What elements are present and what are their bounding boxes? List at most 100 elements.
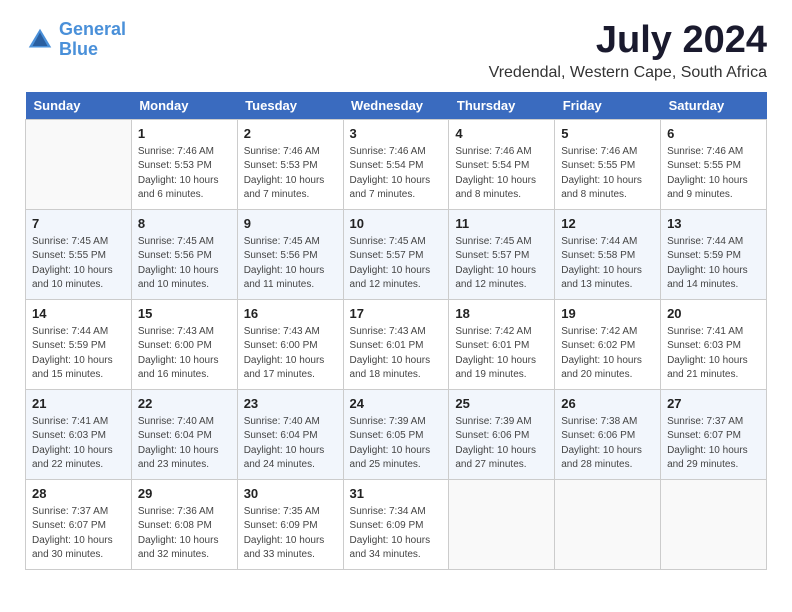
calendar-cell: 4Sunrise: 7:46 AM Sunset: 5:54 PM Daylig… bbox=[449, 119, 555, 209]
day-info: Sunrise: 7:45 AM Sunset: 5:55 PM Dayligh… bbox=[32, 235, 125, 293]
logo-icon bbox=[25, 25, 55, 55]
calendar-cell: 28 Sunrise: 7:37 AM Sunset: 6:07 PM Dayli… bbox=[26, 479, 132, 569]
logo-line2: Blue bbox=[59, 39, 98, 59]
day-info: Sunrise: 7:46 AM Sunset: 5:54 PM Dayligh… bbox=[455, 145, 548, 203]
day-number: 29 bbox=[138, 485, 231, 503]
column-header-monday: Monday bbox=[131, 92, 237, 120]
day-number: 21 bbox=[32, 395, 125, 413]
calendar-cell: 8 Sunrise: 7:45 AM Sunset: 5:56 PM Daylig… bbox=[131, 209, 237, 299]
calendar-cell: 1 Sunrise: 7:46 AM Sunset: 5:53 PM Daylig… bbox=[131, 119, 237, 209]
calendar-cell bbox=[449, 479, 555, 569]
calendar-cell: 16 Sunrise: 7:43 AM Sunset: 6:00 PM Dayli… bbox=[237, 299, 343, 389]
calendar-cell: 20Sunrise: 7:41 AM Sunset: 6:03 PM Dayli… bbox=[661, 299, 767, 389]
day-info: Sunrise: 7:44 AM Sunset: 5:59 PM Dayligh… bbox=[667, 235, 760, 293]
day-number: 15 bbox=[138, 305, 231, 323]
day-number: 8 bbox=[138, 215, 231, 233]
day-number: 10 bbox=[350, 215, 443, 233]
calendar-week-row: 7Sunrise: 7:45 AM Sunset: 5:55 PM Daylig… bbox=[26, 209, 767, 299]
day-number: 17 bbox=[350, 305, 443, 323]
calendar-cell: 7Sunrise: 7:45 AM Sunset: 5:55 PM Daylig… bbox=[26, 209, 132, 299]
day-number: 18 bbox=[455, 305, 548, 323]
day-info: Sunrise: 7:41 AM Sunset: 6:03 PM Dayligh… bbox=[667, 325, 760, 383]
calendar-cell: 3 Sunrise: 7:46 AM Sunset: 5:54 PM Daylig… bbox=[343, 119, 449, 209]
calendar-cell: 18 Sunrise: 7:42 AM Sunset: 6:01 PM Dayli… bbox=[449, 299, 555, 389]
day-info: Sunrise: 7:41 AM Sunset: 6:03 PM Dayligh… bbox=[32, 415, 125, 473]
day-number: 5 bbox=[561, 125, 654, 143]
day-info: Sunrise: 7:40 AM Sunset: 6:04 PM Dayligh… bbox=[138, 415, 231, 473]
day-info: Sunrise: 7:43 AM Sunset: 6:00 PM Dayligh… bbox=[138, 325, 231, 383]
day-number: 9 bbox=[244, 215, 337, 233]
day-info: Sunrise: 7:46 AM Sunset: 5:55 PM Dayligh… bbox=[561, 145, 654, 203]
day-number: 13 bbox=[667, 215, 760, 233]
calendar-week-row: 28 Sunrise: 7:37 AM Sunset: 6:07 PM Dayli… bbox=[26, 479, 767, 569]
location-title: Vredendal, Western Cape, South Africa bbox=[489, 64, 767, 82]
day-number: 27 bbox=[667, 395, 760, 413]
calendar-cell bbox=[661, 479, 767, 569]
column-header-wednesday: Wednesday bbox=[343, 92, 449, 120]
column-header-saturday: Saturday bbox=[661, 92, 767, 120]
day-number: 3 bbox=[350, 125, 443, 143]
calendar-cell bbox=[26, 119, 132, 209]
day-number: 12 bbox=[561, 215, 654, 233]
day-number: 11 bbox=[455, 215, 548, 233]
day-info: Sunrise: 7:39 AM Sunset: 6:05 PM Dayligh… bbox=[350, 415, 443, 473]
day-number: 26 bbox=[561, 395, 654, 413]
day-info: Sunrise: 7:45 AM Sunset: 5:56 PM Dayligh… bbox=[244, 235, 337, 293]
calendar-cell: 5 Sunrise: 7:46 AM Sunset: 5:55 PM Daylig… bbox=[555, 119, 661, 209]
day-info: Sunrise: 7:46 AM Sunset: 5:53 PM Dayligh… bbox=[244, 145, 337, 203]
calendar-week-row: 14 Sunrise: 7:44 AM Sunset: 5:59 PM Dayli… bbox=[26, 299, 767, 389]
column-header-sunday: Sunday bbox=[26, 92, 132, 120]
calendar-cell: 22 Sunrise: 7:40 AM Sunset: 6:04 PM Dayli… bbox=[131, 389, 237, 479]
day-info: Sunrise: 7:42 AM Sunset: 6:01 PM Dayligh… bbox=[455, 325, 548, 383]
calendar-cell: 17Sunrise: 7:43 AM Sunset: 6:01 PM Dayli… bbox=[343, 299, 449, 389]
calendar-cell: 19Sunrise: 7:42 AM Sunset: 6:02 PM Dayli… bbox=[555, 299, 661, 389]
calendar-cell: 23 Sunrise: 7:40 AM Sunset: 6:04 PM Dayli… bbox=[237, 389, 343, 479]
day-info: Sunrise: 7:44 AM Sunset: 5:59 PM Dayligh… bbox=[32, 325, 125, 383]
calendar-cell: 12Sunrise: 7:44 AM Sunset: 5:58 PM Dayli… bbox=[555, 209, 661, 299]
day-info: Sunrise: 7:46 AM Sunset: 5:53 PM Dayligh… bbox=[138, 145, 231, 203]
calendar-week-row: 1 Sunrise: 7:46 AM Sunset: 5:53 PM Daylig… bbox=[26, 119, 767, 209]
calendar-cell: 9 Sunrise: 7:45 AM Sunset: 5:56 PM Daylig… bbox=[237, 209, 343, 299]
day-number: 19 bbox=[561, 305, 654, 323]
calendar-cell: 30Sunrise: 7:35 AM Sunset: 6:09 PM Dayli… bbox=[237, 479, 343, 569]
day-info: Sunrise: 7:45 AM Sunset: 5:57 PM Dayligh… bbox=[350, 235, 443, 293]
day-number: 14 bbox=[32, 305, 125, 323]
calendar-cell bbox=[555, 479, 661, 569]
calendar-week-row: 21 Sunrise: 7:41 AM Sunset: 6:03 PM Dayli… bbox=[26, 389, 767, 479]
day-number: 23 bbox=[244, 395, 337, 413]
calendar-cell: 31Sunrise: 7:34 AM Sunset: 6:09 PM Dayli… bbox=[343, 479, 449, 569]
logo-text: General Blue bbox=[59, 20, 126, 60]
day-number: 1 bbox=[138, 125, 231, 143]
day-number: 22 bbox=[138, 395, 231, 413]
day-info: Sunrise: 7:37 AM Sunset: 6:07 PM Dayligh… bbox=[32, 505, 125, 563]
calendar-cell: 10 Sunrise: 7:45 AM Sunset: 5:57 PM Dayli… bbox=[343, 209, 449, 299]
calendar-header-row: SundayMondayTuesdayWednesdayThursdayFrid… bbox=[26, 92, 767, 120]
day-info: Sunrise: 7:46 AM Sunset: 5:55 PM Dayligh… bbox=[667, 145, 760, 203]
day-info: Sunrise: 7:38 AM Sunset: 6:06 PM Dayligh… bbox=[561, 415, 654, 473]
day-number: 25 bbox=[455, 395, 548, 413]
calendar-table: SundayMondayTuesdayWednesdayThursdayFrid… bbox=[25, 92, 767, 570]
calendar-cell: 29Sunrise: 7:36 AM Sunset: 6:08 PM Dayli… bbox=[131, 479, 237, 569]
day-info: Sunrise: 7:39 AM Sunset: 6:06 PM Dayligh… bbox=[455, 415, 548, 473]
calendar-cell: 27 Sunrise: 7:37 AM Sunset: 6:07 PM Dayli… bbox=[661, 389, 767, 479]
day-info: Sunrise: 7:45 AM Sunset: 5:57 PM Dayligh… bbox=[455, 235, 548, 293]
day-info: Sunrise: 7:43 AM Sunset: 6:00 PM Dayligh… bbox=[244, 325, 337, 383]
day-number: 31 bbox=[350, 485, 443, 503]
column-header-tuesday: Tuesday bbox=[237, 92, 343, 120]
day-info: Sunrise: 7:37 AM Sunset: 6:07 PM Dayligh… bbox=[667, 415, 760, 473]
logo-line1: General bbox=[59, 19, 126, 39]
day-info: Sunrise: 7:45 AM Sunset: 5:56 PM Dayligh… bbox=[138, 235, 231, 293]
day-number: 6 bbox=[667, 125, 760, 143]
day-number: 28 bbox=[32, 485, 125, 503]
calendar-cell: 11 Sunrise: 7:45 AM Sunset: 5:57 PM Dayli… bbox=[449, 209, 555, 299]
day-number: 24 bbox=[350, 395, 443, 413]
day-number: 16 bbox=[244, 305, 337, 323]
column-header-thursday: Thursday bbox=[449, 92, 555, 120]
calendar-cell: 26 Sunrise: 7:38 AM Sunset: 6:06 PM Dayli… bbox=[555, 389, 661, 479]
day-info: Sunrise: 7:40 AM Sunset: 6:04 PM Dayligh… bbox=[244, 415, 337, 473]
day-info: Sunrise: 7:46 AM Sunset: 5:54 PM Dayligh… bbox=[350, 145, 443, 203]
calendar-cell: 15 Sunrise: 7:43 AM Sunset: 6:00 PM Dayli… bbox=[131, 299, 237, 389]
calendar-cell: 13 Sunrise: 7:44 AM Sunset: 5:59 PM Dayli… bbox=[661, 209, 767, 299]
column-header-friday: Friday bbox=[555, 92, 661, 120]
calendar-cell: 21 Sunrise: 7:41 AM Sunset: 6:03 PM Dayli… bbox=[26, 389, 132, 479]
